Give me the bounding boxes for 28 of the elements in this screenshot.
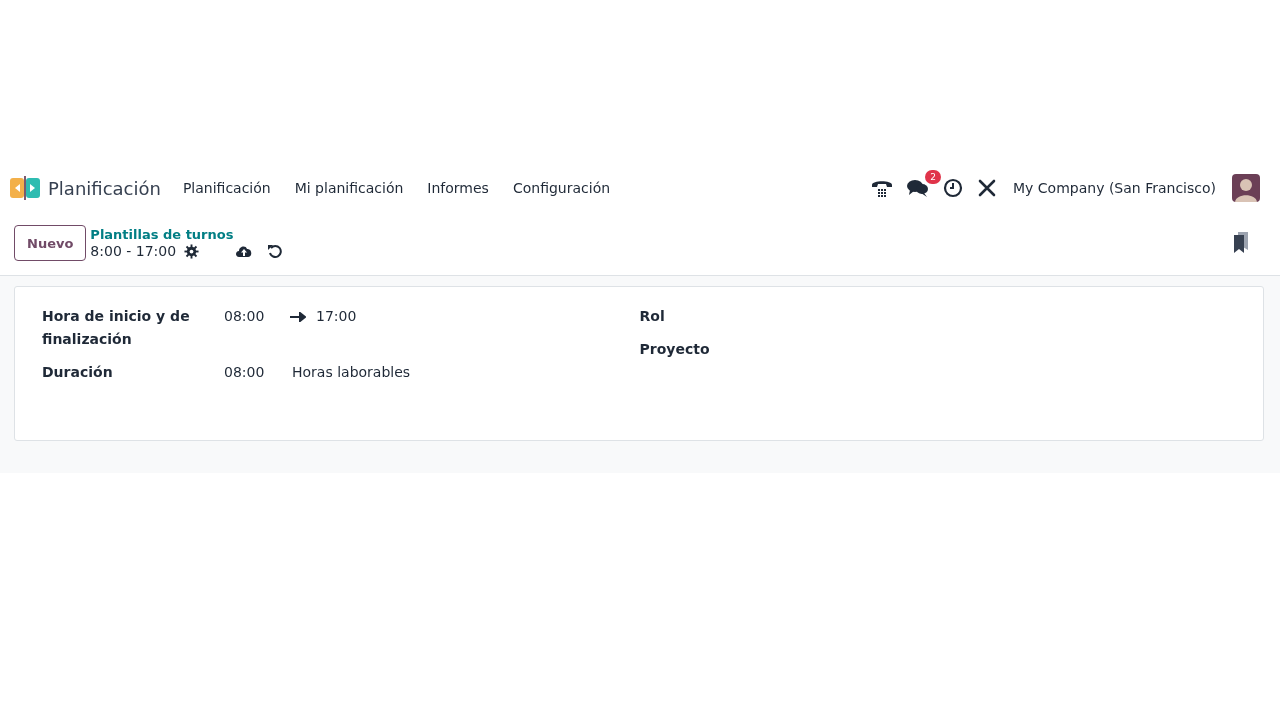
menu-item[interactable]: Informes xyxy=(427,180,489,196)
start-time-field[interactable]: 08:00 xyxy=(224,305,276,328)
gear-icon[interactable] xyxy=(184,243,200,259)
field-label: Proyecto xyxy=(639,340,711,359)
duration-unit: Horas laborables xyxy=(292,363,411,382)
breadcrumb-link[interactable]: Plantillas de turnos xyxy=(90,227,284,242)
field-label: Hora de inicio y de finalización xyxy=(42,307,191,349)
bookmark-icon[interactable] xyxy=(1232,232,1250,254)
field-label: Duración xyxy=(42,363,114,382)
menu-item[interactable]: Configuración xyxy=(512,180,611,196)
duration-field[interactable]: 08:00 xyxy=(224,361,276,384)
undo-icon[interactable] xyxy=(267,243,284,259)
menu-item[interactable]: Planificación xyxy=(182,180,271,196)
arrow-right-icon xyxy=(290,311,306,322)
company-switcher[interactable]: My Company (San Francisco) xyxy=(1013,180,1216,196)
clock-icon[interactable] xyxy=(943,178,964,198)
app-name-link[interactable]: Planificación xyxy=(48,177,161,199)
record-title: 8:00 - 17:00 xyxy=(90,243,177,259)
phone-icon[interactable] xyxy=(871,178,894,198)
user-avatar[interactable] xyxy=(1232,174,1260,202)
cloud-upload-icon[interactable] xyxy=(235,244,254,258)
new-button[interactable]: Nuevo xyxy=(14,225,87,261)
end-time-field[interactable]: 17:00 xyxy=(316,305,357,328)
app-logo-icon xyxy=(10,176,40,200)
message-count-badge: 2 xyxy=(925,170,942,184)
field-label: Rol xyxy=(639,307,666,326)
chat-icon[interactable] xyxy=(907,178,930,198)
menu-item[interactable]: Mi planificación xyxy=(294,180,404,196)
